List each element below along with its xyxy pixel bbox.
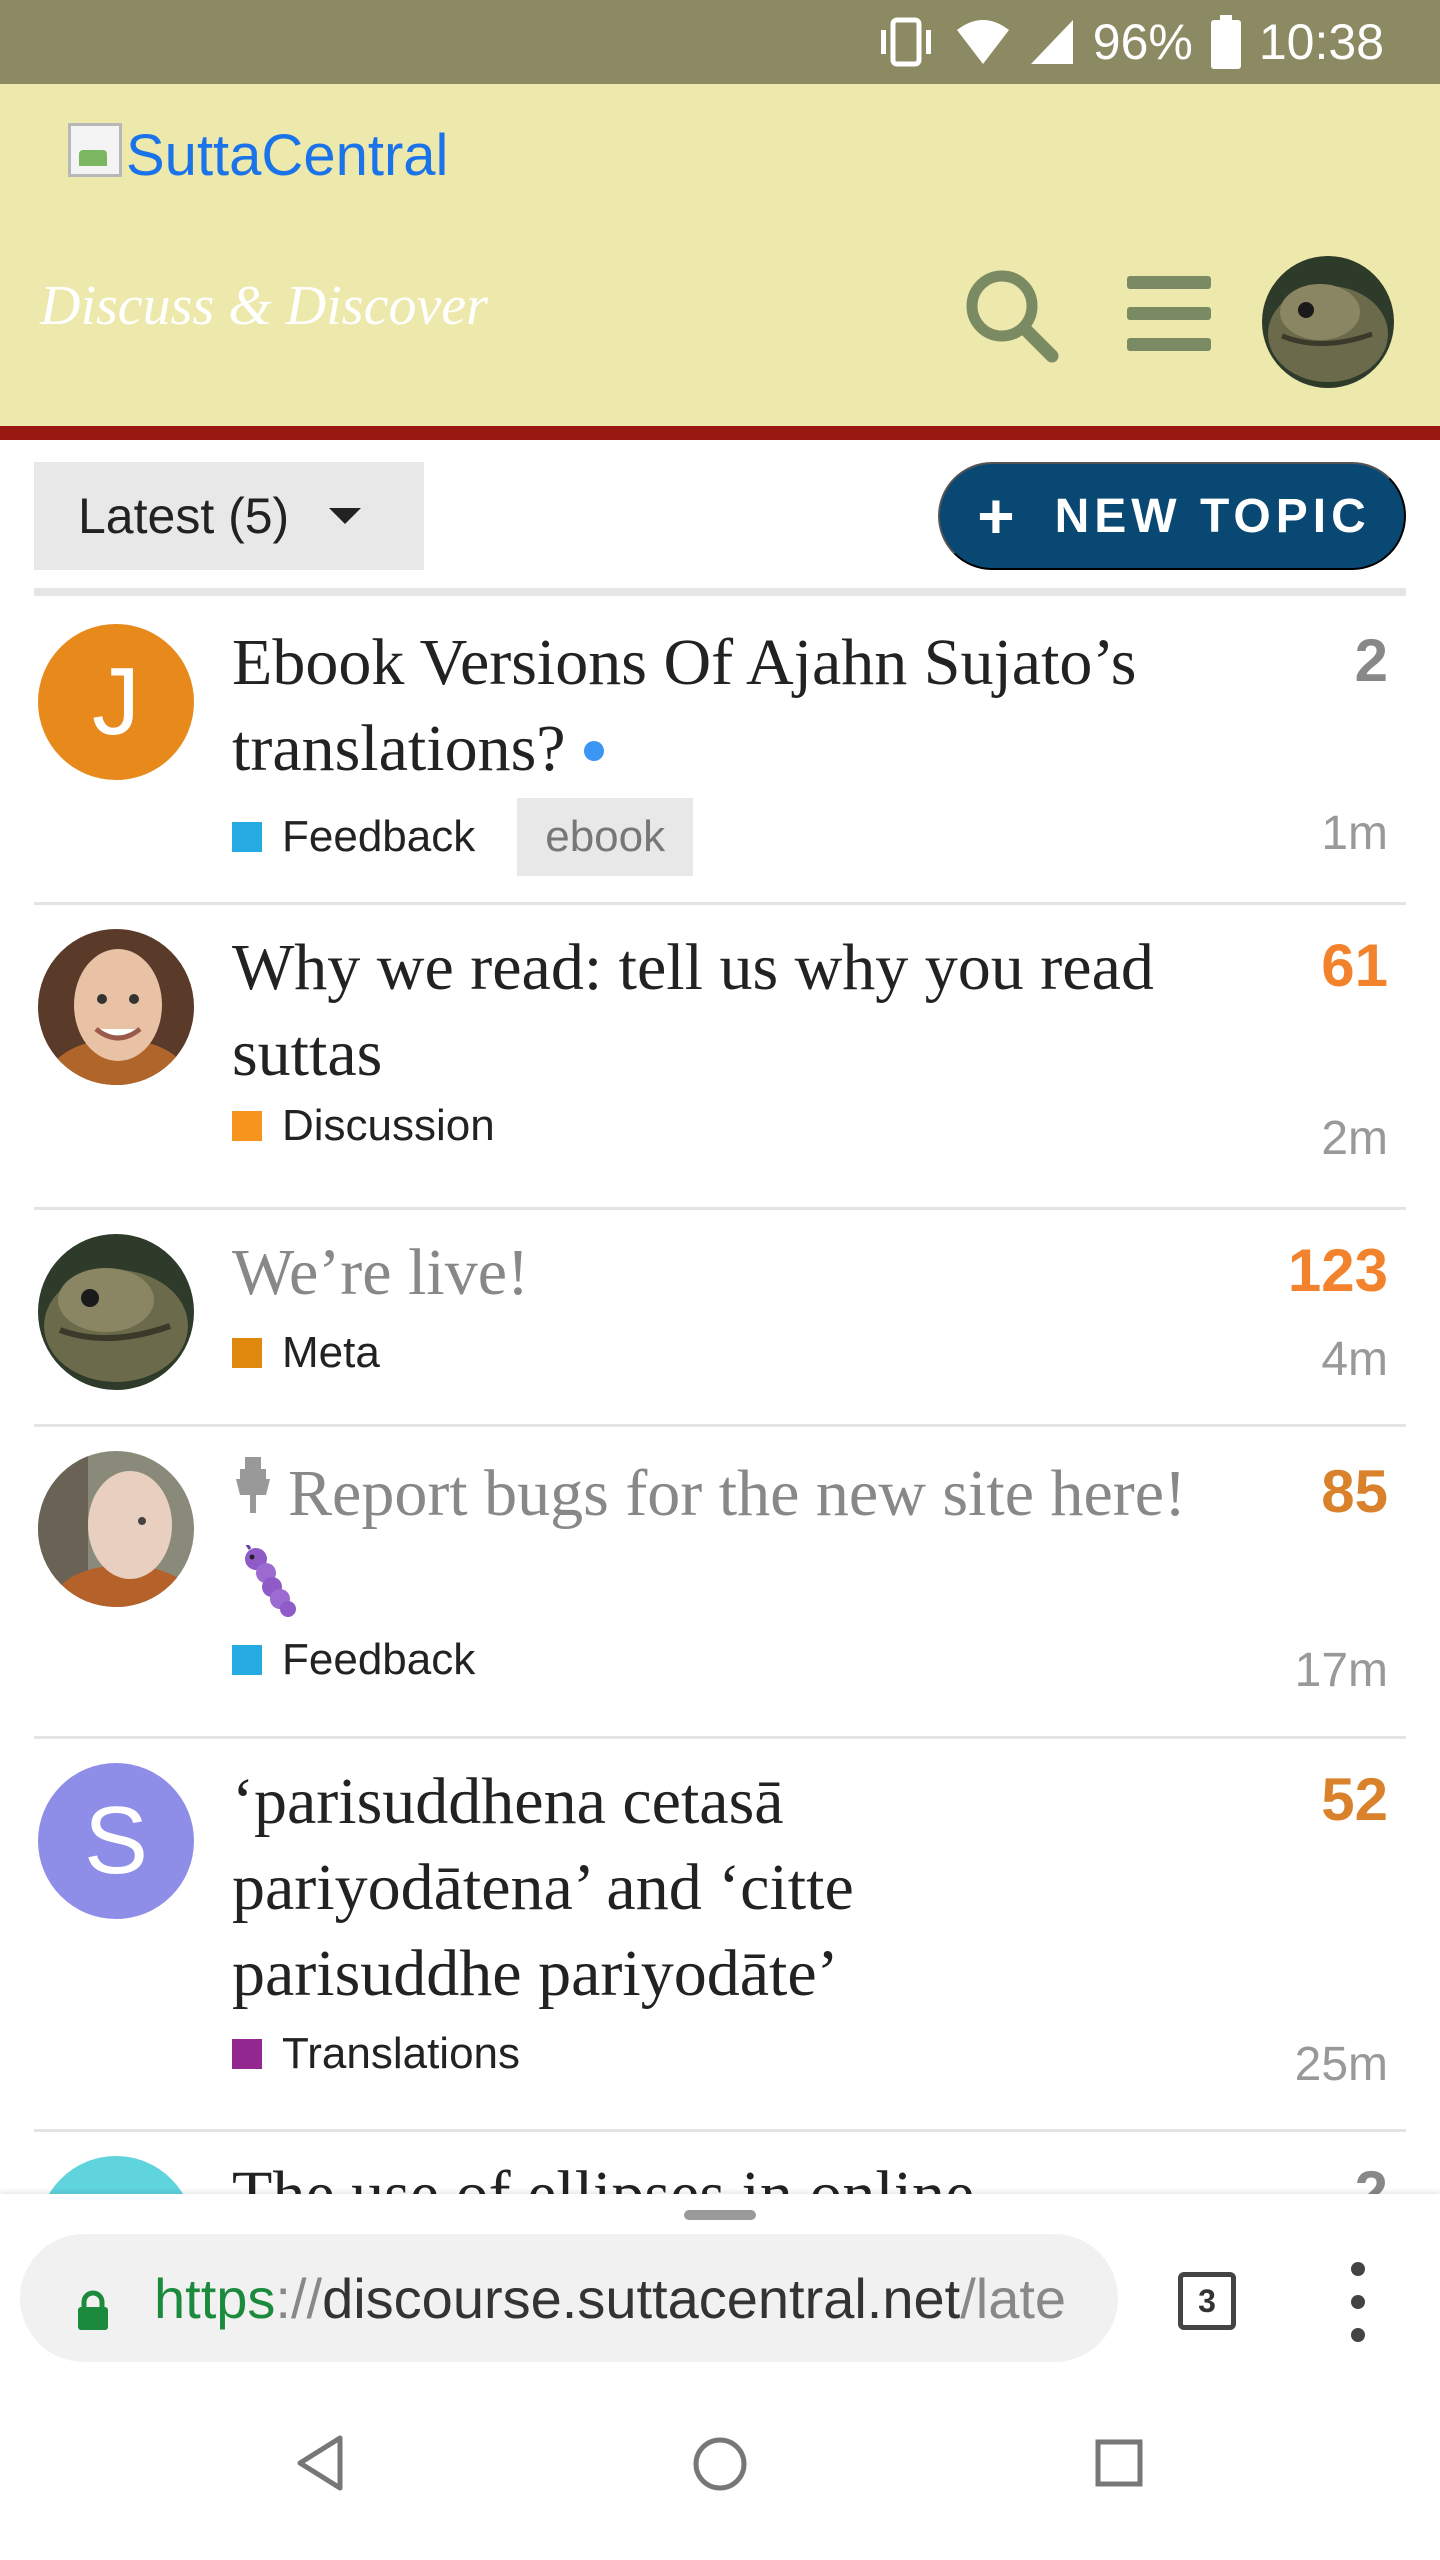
status-icons: 96% 10:38 bbox=[875, 0, 1384, 84]
category-color-badge bbox=[232, 1111, 262, 1141]
topic-title[interactable]: Ebook Versions Of Ajahn Sujato’s transla… bbox=[232, 620, 1192, 792]
avatar[interactable]: S bbox=[38, 1763, 194, 1919]
reply-count[interactable]: 2 bbox=[1355, 626, 1388, 695]
unread-dot-icon bbox=[583, 740, 604, 761]
reply-count[interactable]: 123 bbox=[1288, 1236, 1388, 1305]
cell-signal-icon bbox=[1029, 18, 1075, 66]
topic-title[interactable]: ‘parisuddhena cetasā pariyodātena’ and ‘… bbox=[232, 1759, 1032, 2017]
url-host: discourse.suttacentral.net bbox=[322, 2266, 961, 2330]
category-name: Feedback bbox=[282, 812, 476, 861]
filter-label: Latest (5) bbox=[78, 488, 290, 544]
user-avatar[interactable] bbox=[1262, 256, 1394, 388]
last-activity[interactable]: 17m bbox=[1295, 1643, 1388, 1698]
avatar[interactable] bbox=[38, 929, 194, 1085]
dot bbox=[1351, 2328, 1365, 2342]
topic-row[interactable]: J Ebook Versions Of Ajahn Sujato’s trans… bbox=[34, 596, 1406, 905]
tab-switcher-button[interactable]: 3 bbox=[1178, 2272, 1236, 2330]
url-scheme: https bbox=[154, 2266, 276, 2330]
last-activity[interactable]: 1m bbox=[1321, 806, 1388, 861]
vibrate-icon bbox=[875, 16, 937, 68]
home-icon[interactable] bbox=[690, 2434, 750, 2499]
dot bbox=[1351, 2295, 1365, 2309]
logo-alt-text: SuttaCentral bbox=[126, 123, 449, 188]
topic-tag[interactable]: ebook bbox=[517, 798, 694, 876]
category-color-badge bbox=[232, 1338, 262, 1368]
new-topic-label: NEW TOPIC bbox=[1054, 489, 1371, 543]
wifi-icon bbox=[955, 18, 1011, 66]
tab-count: 3 bbox=[1198, 2282, 1216, 2319]
site-logo[interactable]: SuttaCentral bbox=[68, 122, 448, 189]
browser-toolbar: https://discourse.suttacentral.net/late … bbox=[0, 2194, 1440, 2378]
avatar[interactable] bbox=[38, 1451, 194, 1607]
reply-count[interactable]: 85 bbox=[1321, 1457, 1388, 1526]
topic-category[interactable]: Feedback bbox=[232, 1635, 475, 1685]
topic-category[interactable]: Feedback ebook bbox=[232, 798, 694, 876]
site-tagline: Discuss & Discover bbox=[40, 275, 488, 337]
last-activity[interactable]: 25m bbox=[1295, 2037, 1388, 2092]
topic-title[interactable]: Report bugs for the new site here! bbox=[232, 1451, 1192, 1639]
topic-category[interactable]: Discussion bbox=[232, 1101, 495, 1151]
topic-row[interactable]: The use of ellipses in online 2 bbox=[34, 2132, 1406, 2194]
topic-title[interactable]: We’re live! bbox=[232, 1230, 1192, 1316]
new-topic-button[interactable]: + NEW TOPIC bbox=[938, 462, 1406, 570]
topic-row[interactable]: Report bugs for the new site here! Feedb… bbox=[34, 1427, 1406, 1739]
dot bbox=[1351, 2262, 1365, 2276]
url-bar[interactable]: https://discourse.suttacentral.net/late bbox=[20, 2234, 1118, 2362]
category-name: Feedback bbox=[282, 1635, 476, 1684]
reply-count[interactable]: 2 bbox=[1355, 2158, 1388, 2194]
clock: 10:38 bbox=[1258, 14, 1384, 70]
topic-list-top-border bbox=[34, 588, 1406, 596]
pin-icon bbox=[232, 1451, 274, 1537]
last-activity[interactable]: 2m bbox=[1321, 1111, 1388, 1166]
topic-row[interactable]: S ‘parisuddhena cetasā pariyodātena’ and… bbox=[34, 1739, 1406, 2132]
battery-percent: 96% bbox=[1092, 14, 1193, 70]
avatar[interactable] bbox=[38, 2156, 194, 2194]
avatar[interactable]: J bbox=[38, 624, 194, 780]
topic-title[interactable]: Why we read: tell us why you read suttas bbox=[232, 925, 1192, 1097]
topic-title-text[interactable]: Ebook Versions Of Ajahn Sujato’s transla… bbox=[232, 626, 1136, 785]
topic-title[interactable]: The use of ellipses in online bbox=[232, 2152, 1192, 2194]
topic-row[interactable]: We’re live! Meta 123 4m bbox=[34, 1210, 1406, 1427]
recents-icon[interactable] bbox=[1094, 2438, 1144, 2493]
category-color-badge bbox=[232, 1645, 262, 1675]
broken-image-icon bbox=[68, 122, 122, 177]
topic-title-text[interactable]: Report bugs for the new site here! bbox=[288, 1457, 1186, 1530]
category-color-badge bbox=[232, 2039, 262, 2069]
url-separator: :// bbox=[275, 2266, 323, 2330]
more-options-icon[interactable] bbox=[1340, 2262, 1376, 2342]
drag-handle[interactable] bbox=[684, 2210, 756, 2220]
reply-count[interactable]: 52 bbox=[1321, 1765, 1388, 1834]
caret-down-icon bbox=[329, 508, 362, 524]
latest-filter-dropdown[interactable]: Latest (5) bbox=[34, 462, 424, 570]
category-name: Discussion bbox=[282, 1101, 495, 1150]
header-divider bbox=[0, 426, 1440, 440]
site-header: SuttaCentral Discuss & Discover bbox=[0, 84, 1440, 426]
topic-category[interactable]: Meta bbox=[232, 1328, 380, 1378]
search-icon[interactable] bbox=[960, 264, 1060, 364]
avatar-letter: J bbox=[92, 648, 140, 755]
caterpillar-emoji-icon bbox=[242, 1541, 298, 1639]
category-name: Meta bbox=[282, 1328, 380, 1377]
last-activity[interactable]: 4m bbox=[1321, 1332, 1388, 1387]
system-navigation-bar bbox=[0, 2378, 1440, 2560]
battery-icon bbox=[1210, 15, 1241, 69]
topic-row[interactable]: Why we read: tell us why you read suttas… bbox=[34, 905, 1406, 1210]
reply-count[interactable]: 61 bbox=[1321, 931, 1388, 1000]
topic-category[interactable]: Translations bbox=[232, 2029, 520, 2079]
category-name: Translations bbox=[282, 2029, 521, 2078]
avatar[interactable] bbox=[38, 1234, 194, 1390]
category-color-badge bbox=[232, 822, 262, 852]
url-path: /late bbox=[960, 2266, 1067, 2330]
avatar-letter: S bbox=[83, 1787, 149, 1894]
lock-icon bbox=[76, 2278, 110, 2330]
status-bar: 96% 10:38 bbox=[0, 0, 1440, 84]
hamburger-menu-icon[interactable] bbox=[1124, 272, 1214, 356]
plus-icon: + bbox=[977, 480, 1015, 552]
back-icon[interactable] bbox=[294, 2434, 346, 2497]
